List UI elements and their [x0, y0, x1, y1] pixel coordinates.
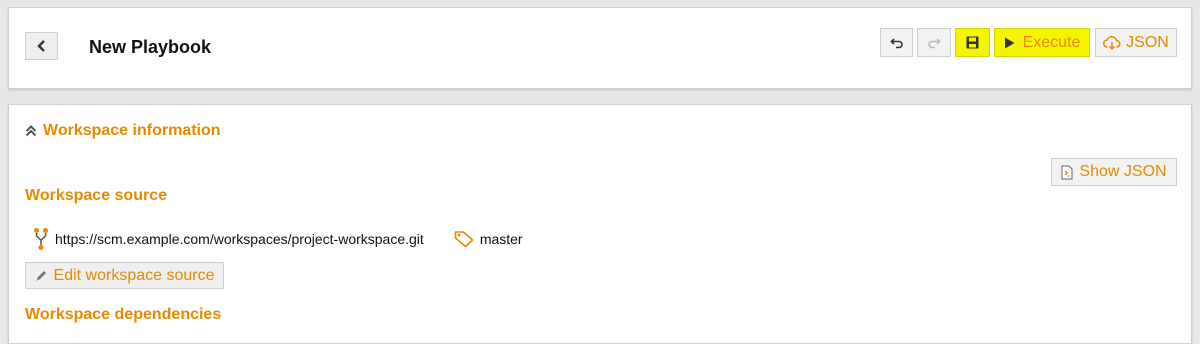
workspace-source-heading: Workspace source — [25, 187, 167, 204]
branch-name: master — [479, 231, 523, 247]
show-json-label: Show JSON — [1079, 163, 1167, 180]
play-icon — [1004, 37, 1015, 48]
execute-button[interactable]: Execute — [994, 28, 1090, 57]
branch-info: master — [454, 230, 523, 248]
pencil-icon — [36, 271, 46, 281]
undo-icon — [889, 37, 903, 48]
file-code-icon — [1061, 165, 1073, 179]
chevron-left-icon — [36, 40, 45, 52]
back-button[interactable] — [25, 32, 58, 60]
execute-label: Execute — [1022, 33, 1081, 51]
redo-button[interactable] — [917, 28, 951, 57]
header-panel: New Playbook Execute JSON — [8, 7, 1192, 89]
redo-icon — [928, 37, 941, 48]
json-label: JSON — [1126, 33, 1169, 51]
save-button[interactable] — [955, 28, 990, 57]
edit-workspace-source-label: Edit workspace source — [53, 266, 215, 284]
cloud-download-icon — [1103, 35, 1121, 50]
undo-button[interactable] — [880, 28, 913, 57]
workspace-source-row: https://scm.example.com/workspaces/proje… — [33, 227, 523, 251]
edit-workspace-source-button[interactable]: Edit workspace source — [25, 262, 224, 289]
workspace-info-title: Workspace information — [43, 122, 221, 139]
workspace-panel: Workspace information Show JSON Workspac… — [8, 104, 1192, 344]
tag-icon — [454, 231, 474, 248]
double-chevron-up-icon — [25, 125, 37, 137]
floppy-disk-icon — [966, 36, 979, 49]
workspace-dependencies-heading: Workspace dependencies — [25, 306, 222, 323]
json-button[interactable]: JSON — [1095, 28, 1177, 57]
repository-url: https://scm.example.com/workspaces/proje… — [55, 231, 424, 247]
git-fork-icon — [34, 228, 48, 250]
show-json-button[interactable]: Show JSON — [1051, 158, 1177, 186]
workspace-info-toggle[interactable]: Workspace information — [25, 122, 221, 140]
page-title: New Playbook — [89, 37, 212, 57]
